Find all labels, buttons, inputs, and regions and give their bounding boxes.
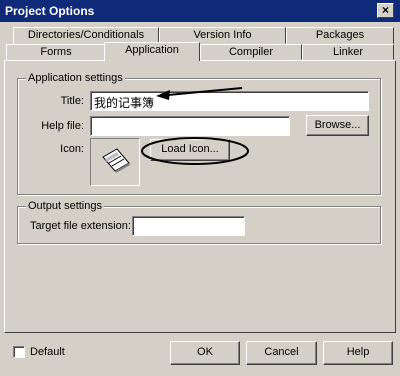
icon-label: Icon: <box>60 143 84 155</box>
default-checkbox[interactable] <box>13 346 25 358</box>
icon-preview <box>90 138 140 186</box>
tab-label: Application <box>125 44 179 56</box>
help-label: Help <box>346 346 370 358</box>
tab-forms[interactable]: Forms <box>6 44 106 60</box>
tab-label: Version Info <box>193 29 252 41</box>
tab-label: Directories/Conditionals <box>27 29 145 41</box>
tab-linker[interactable]: Linker <box>302 44 394 60</box>
target-extension-label: Target file extension: <box>30 220 131 232</box>
help-file-input[interactable] <box>90 116 290 136</box>
window-title: Project Options <box>5 4 95 18</box>
tab-application[interactable]: Application <box>104 42 200 61</box>
target-extension-input[interactable] <box>132 216 245 236</box>
annotation-ellipse-icon <box>141 137 249 165</box>
cancel-button[interactable]: Cancel <box>246 341 317 365</box>
ok-button[interactable]: OK <box>170 341 240 365</box>
help-file-label: Help file: <box>41 120 84 132</box>
title-label: Title: <box>30 95 84 107</box>
tab-label: Forms <box>40 46 72 58</box>
application-settings-title: Application settings <box>26 72 125 84</box>
notepad-icon <box>102 148 130 173</box>
tab-label: Packages <box>315 29 365 41</box>
ok-label: OK <box>197 346 213 358</box>
tab-compiler[interactable]: Compiler <box>200 44 302 60</box>
default-label: Default <box>30 346 65 358</box>
output-settings-title: Output settings <box>26 200 104 212</box>
tab-packages[interactable]: Packages <box>286 27 394 44</box>
tab-label: Linker <box>333 46 363 58</box>
annotation-arrow-icon <box>156 87 243 100</box>
cancel-label: Cancel <box>264 346 299 358</box>
help-button[interactable]: Help <box>323 341 393 365</box>
close-icon: × <box>381 3 389 17</box>
browse-label: Browse... <box>314 119 361 131</box>
tab-label: Compiler <box>228 46 273 58</box>
close-button[interactable]: × <box>377 3 394 18</box>
title-label-text: Title: <box>60 95 84 107</box>
browse-button[interactable]: Browse... <box>306 115 369 136</box>
